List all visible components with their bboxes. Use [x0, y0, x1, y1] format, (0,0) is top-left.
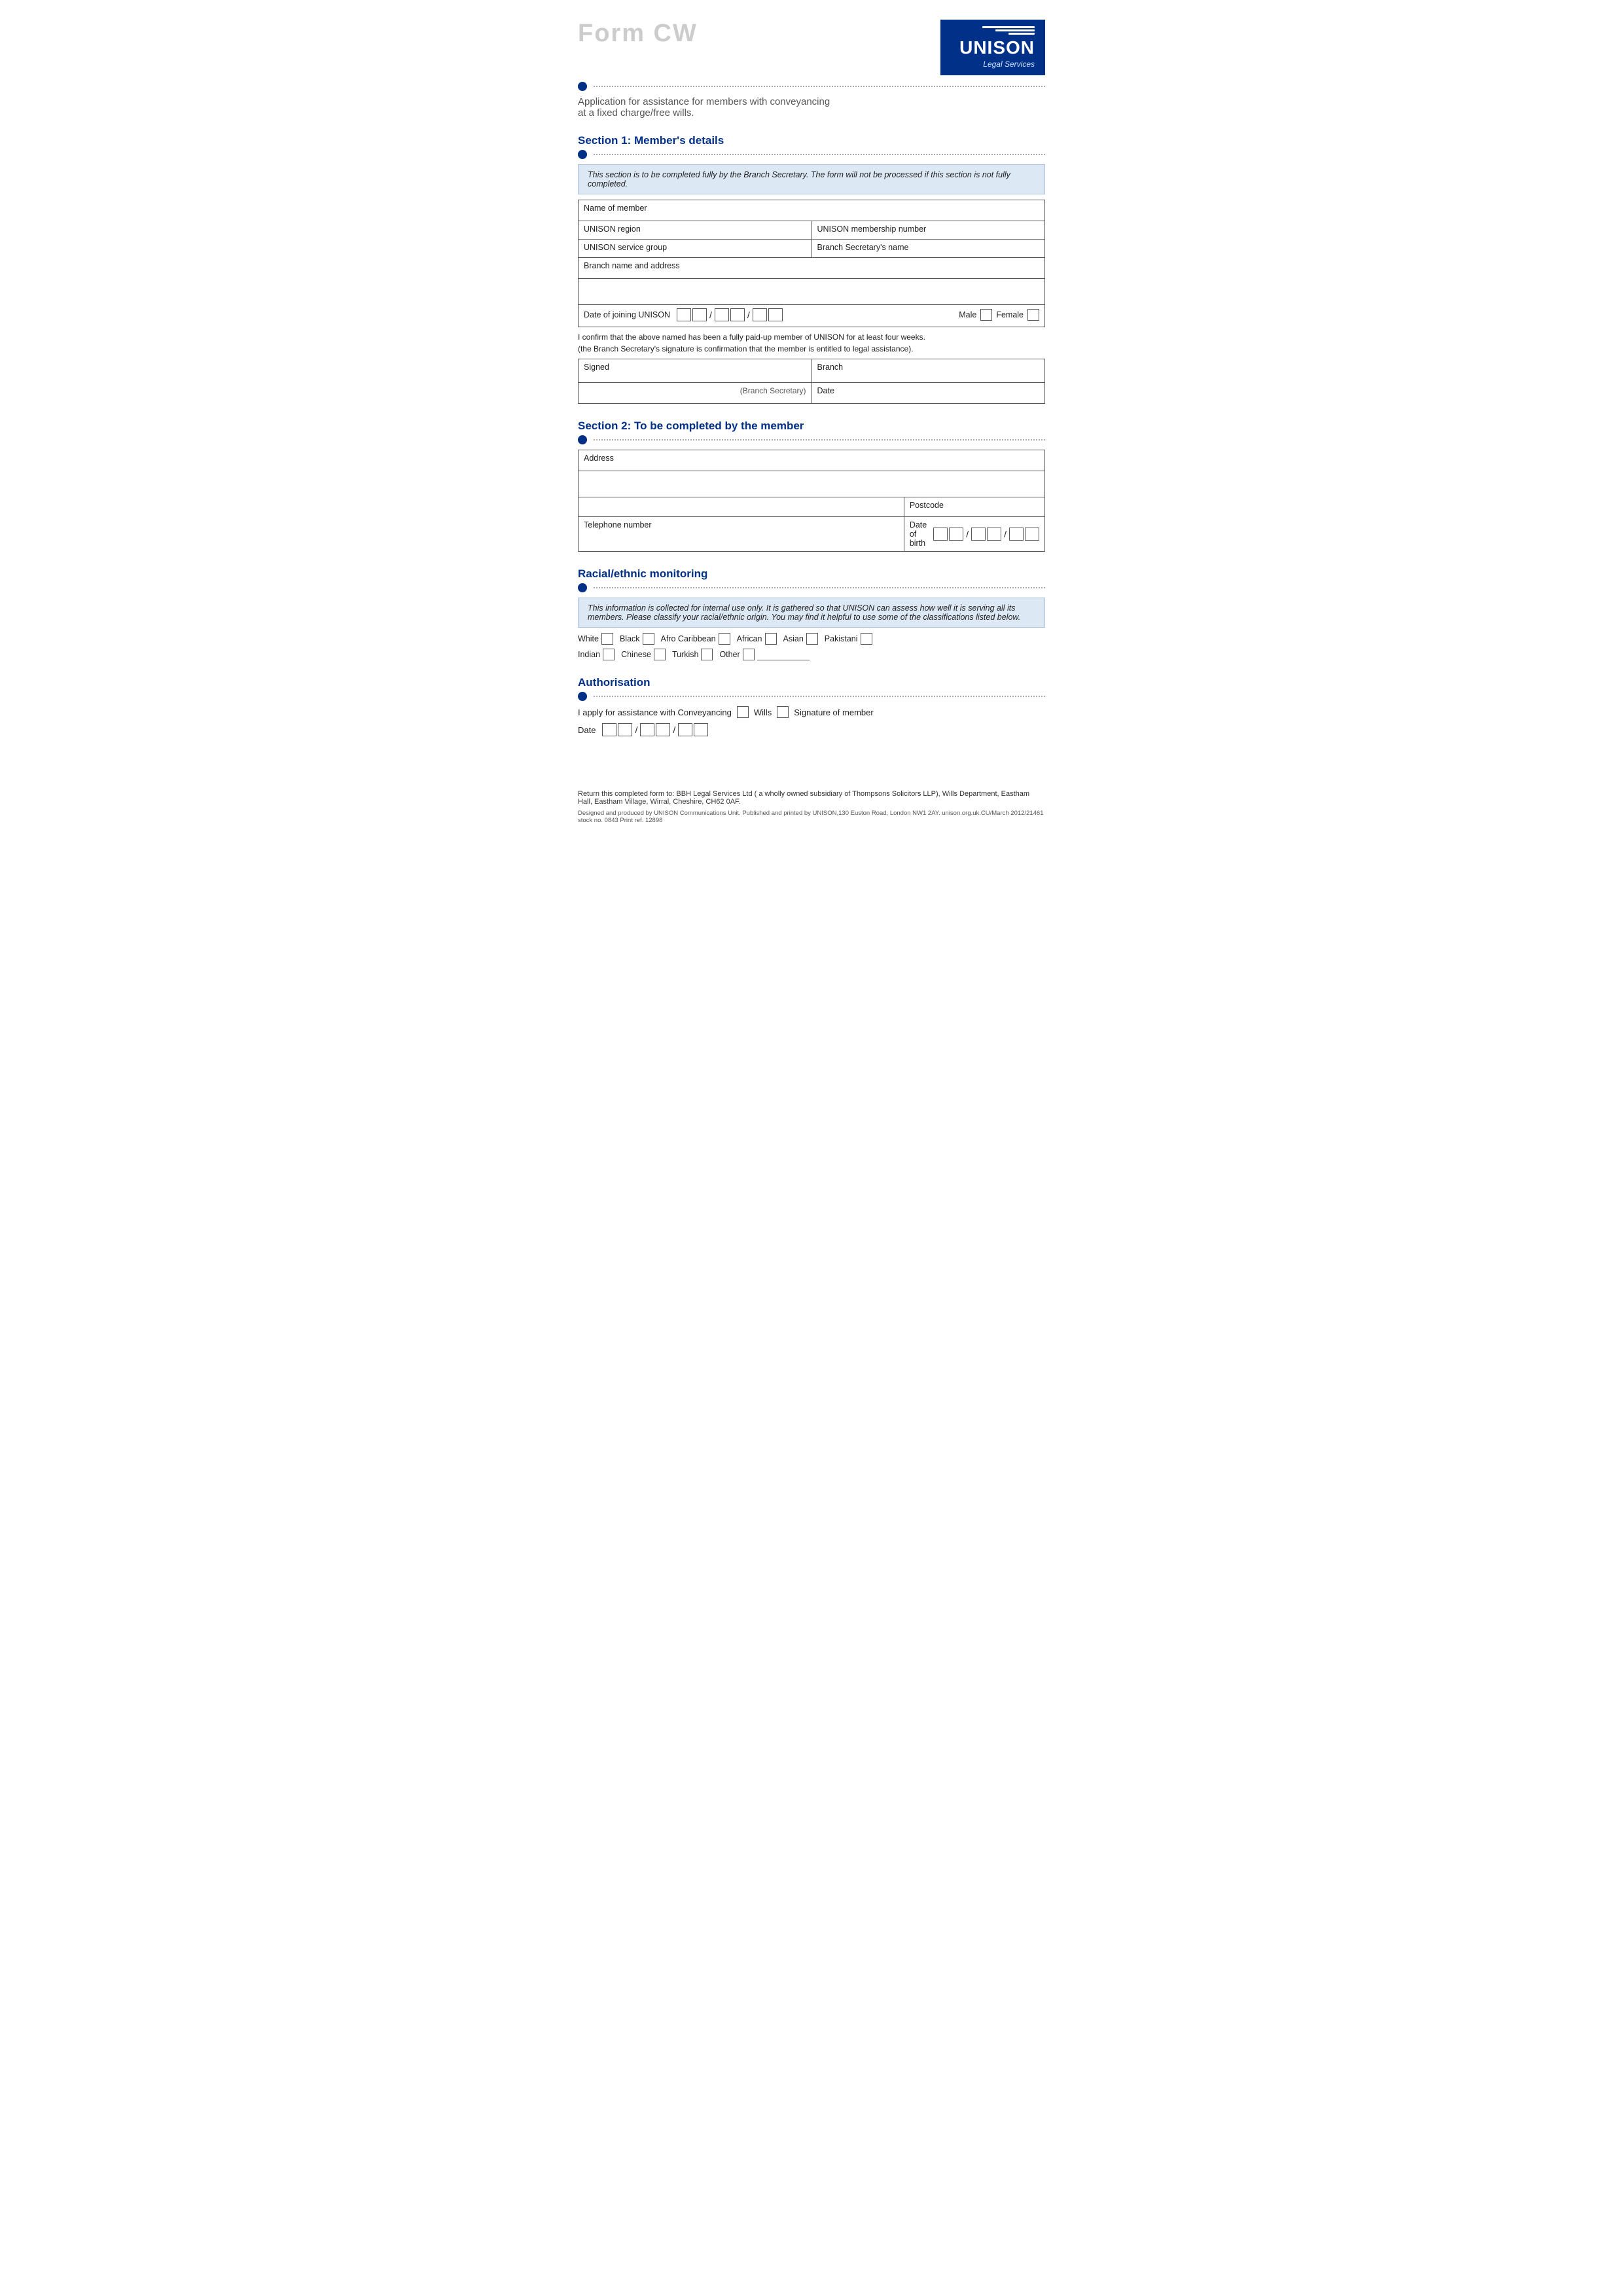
racial-pakistani: Pakistani: [825, 633, 872, 645]
racial-title: Racial/ethnic monitoring: [578, 564, 1045, 583]
form-title: Form CW: [578, 20, 698, 48]
name-of-member-field[interactable]: Name of member: [579, 200, 1045, 221]
checkbox-african[interactable]: [765, 633, 777, 645]
address-line2-field[interactable]: [579, 471, 1045, 497]
date-field[interactable]: Date: [812, 383, 1045, 404]
unison-membership-field[interactable]: UNISON membership number: [812, 221, 1045, 240]
conveyancing-checkbox[interactable]: [737, 706, 749, 718]
female-label: Female: [996, 310, 1024, 319]
section2-divider: [594, 439, 1045, 440]
address-label: Address: [584, 454, 614, 463]
racial-turkish: Turkish: [672, 649, 713, 660]
signed-field[interactable]: Signed: [579, 359, 812, 383]
signature-area[interactable]: [578, 739, 858, 778]
checkbox-pakistani[interactable]: [861, 633, 872, 645]
racial-black: Black: [620, 633, 654, 645]
signature-of-member-label: Signature of member: [794, 708, 873, 717]
logo-unison: UNISON: [959, 37, 1035, 58]
auth-date-label: Date: [578, 725, 596, 735]
date-joining-boxes[interactable]: / /: [677, 308, 783, 321]
branch-field[interactable]: Branch: [812, 359, 1045, 383]
racial-african: African: [737, 633, 777, 645]
male-checkbox[interactable]: [980, 309, 992, 321]
dotted-divider: [594, 86, 1045, 87]
dob-label: Date of birth: [910, 520, 927, 548]
section1-banner: This section is to be completed fully by…: [578, 164, 1045, 194]
auth-date-boxes[interactable]: / /: [602, 723, 708, 736]
authorisation-dot: [578, 692, 587, 701]
unison-region-field[interactable]: UNISON region: [579, 221, 812, 240]
section2-title: Section 2: To be completed by the member: [578, 416, 1045, 435]
checkbox-asian[interactable]: [806, 633, 818, 645]
address-line3-field[interactable]: [579, 497, 904, 517]
checkbox-white[interactable]: [601, 633, 613, 645]
checkbox-black[interactable]: [643, 633, 654, 645]
footer-small: Designed and produced by UNISON Communic…: [578, 810, 1045, 824]
racial-banner: This information is collected for intern…: [578, 598, 1045, 628]
checkbox-other[interactable]: [743, 649, 755, 660]
authorisation-divider: [594, 696, 1045, 697]
branch-name-address-field[interactable]: Branch name and address: [579, 258, 1045, 279]
branch-secretary-name-field[interactable]: Branch Secretary's name: [812, 240, 1045, 258]
racial-row1: White Black Afro Caribbean African Asian…: [578, 633, 1045, 645]
signed-label: Signed: [584, 363, 609, 372]
postcode-field[interactable]: Postcode: [904, 497, 1044, 517]
logo-legal: Legal Services: [983, 60, 1035, 69]
date-label: Date: [817, 386, 834, 395]
section1-title: Section 1: Member's details: [578, 130, 724, 150]
racial-indian: Indian: [578, 649, 615, 660]
dob-boxes[interactable]: / /: [933, 528, 1039, 541]
wills-checkbox[interactable]: [777, 706, 789, 718]
postcode-label: Postcode: [910, 501, 944, 510]
racial-asian: Asian: [783, 633, 818, 645]
unison-membership-label: UNISON membership number: [817, 224, 927, 234]
male-label: Male: [959, 310, 976, 319]
branch-address-line2-field[interactable]: [579, 279, 1045, 305]
branch-secretary-name-label: Branch Secretary's name: [817, 243, 909, 252]
checkbox-chinese[interactable]: [654, 649, 666, 660]
section2-dot: [578, 435, 587, 444]
address-field[interactable]: Address: [579, 450, 1045, 471]
unison-service-group-label: UNISON service group: [584, 243, 667, 252]
branch-label: Branch: [817, 363, 844, 372]
telephone-label: Telephone number: [584, 520, 652, 529]
name-of-member-label: Name of member: [584, 204, 647, 213]
checkbox-afro-caribbean[interactable]: [719, 633, 730, 645]
section1-dot: [578, 150, 587, 159]
racial-divider: [594, 587, 1045, 588]
logo-box: UNISON Legal Services: [940, 20, 1045, 75]
section-dot: [578, 82, 587, 91]
racial-white: White: [578, 633, 613, 645]
racial-afro-caribbean: Afro Caribbean: [661, 633, 730, 645]
section1-divider: [594, 154, 1045, 155]
authorisation-title: Authorisation: [578, 672, 1045, 692]
racial-other: Other: [719, 649, 809, 660]
branch-secretary-sub-label: (Branch Secretary): [579, 383, 812, 404]
confirm-text: I confirm that the above named has been …: [578, 331, 1045, 355]
racial-dot: [578, 583, 587, 592]
footer-return: Return this completed form to: BBH Legal…: [578, 790, 1045, 806]
racial-row2: Indian Chinese Turkish Other: [578, 649, 1045, 660]
unison-region-label: UNISON region: [584, 224, 641, 234]
conveyancing-label: I apply for assistance with Conveyancing: [578, 708, 732, 717]
subtitle: Application for assistance for members w…: [578, 96, 1045, 118]
checkbox-turkish[interactable]: [701, 649, 713, 660]
other-text-field[interactable]: [757, 649, 810, 660]
branch-name-address-label: Branch name and address: [584, 261, 680, 270]
racial-chinese: Chinese: [621, 649, 666, 660]
telephone-field[interactable]: Telephone number: [579, 517, 904, 552]
date-joining-label: Date of joining UNISON: [584, 310, 670, 319]
wills-label: Wills: [754, 708, 772, 717]
checkbox-indian[interactable]: [603, 649, 615, 660]
dob-field[interactable]: Date of birth / /: [904, 517, 1044, 552]
female-checkbox[interactable]: [1027, 309, 1039, 321]
unison-service-group-field[interactable]: UNISON service group: [579, 240, 812, 258]
